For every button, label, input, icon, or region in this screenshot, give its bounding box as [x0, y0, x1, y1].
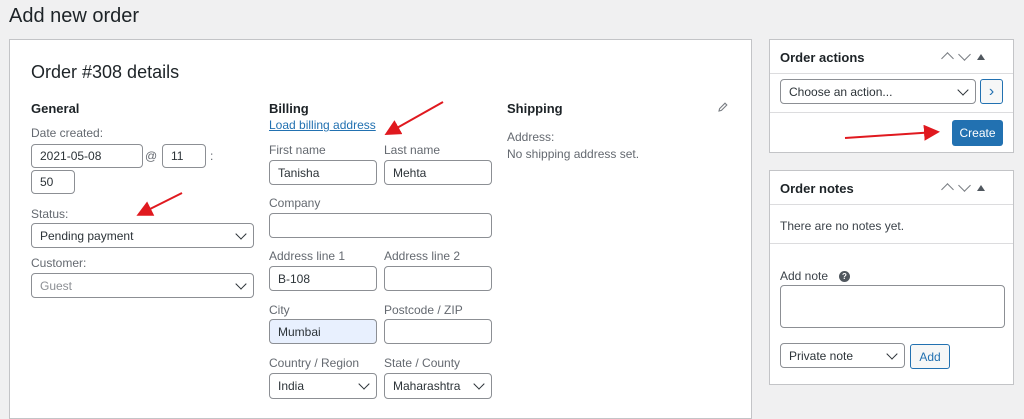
arrow-to-billing [384, 101, 444, 135]
annotation-arrows [136, 101, 940, 216]
arrow-to-create [844, 124, 940, 141]
arrow-to-status [136, 192, 183, 216]
